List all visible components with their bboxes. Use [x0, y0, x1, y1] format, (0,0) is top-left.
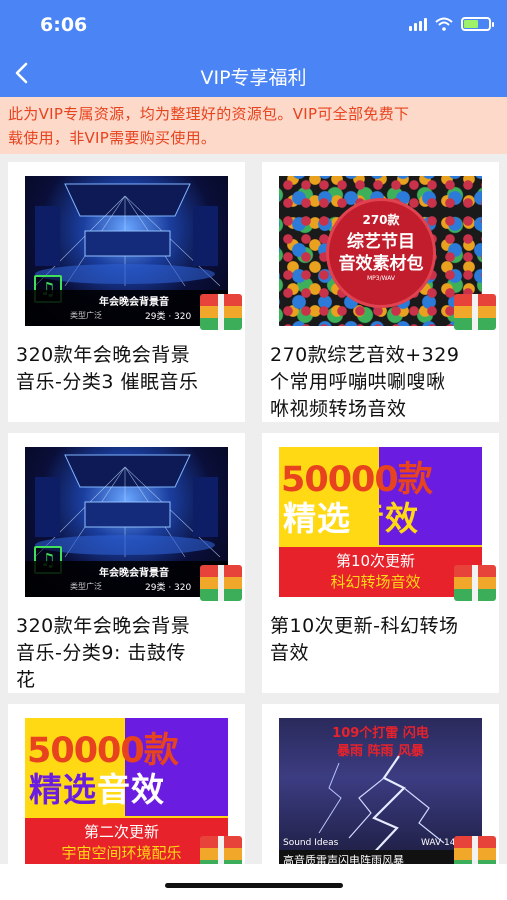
notice-line-1: 此为VIP专属资源，均为整理好的资源包。VIP可全部免费下 — [8, 105, 410, 123]
home-indicator[interactable] — [165, 883, 343, 888]
thumbnail-image: 270款 综艺节目 音效素材包 MP3/WAV — [279, 176, 482, 326]
status-icons — [409, 17, 494, 31]
thumbnail-image: 50000款 精选音效 第10次更新 科幻转场音效 — [279, 447, 482, 597]
card-title: 320款年会晚会背景 音乐-分类9: 击鼓传 花 — [16, 615, 191, 691]
thumbnail-caption: 年会晚会背景音 类型广泛 29类 · 320 — [25, 290, 228, 326]
battery-icon — [461, 17, 494, 31]
signal-icon — [409, 17, 427, 31]
archive-icon — [454, 565, 496, 601]
archive-icon — [200, 294, 242, 330]
card-title: 270款综艺音效+329 个常用呼嘣哄唰嗖啾 咻视频转场音效 — [270, 344, 460, 420]
archive-icon — [200, 565, 242, 601]
archive-icon — [200, 836, 242, 864]
thumbnail-caption: 年会晚会背景音 类型广泛 29类 · 320 — [25, 561, 228, 597]
resource-card[interactable]: ♫ 年会晚会背景音 类型广泛 29类 · 320 320款年会晚会背景 音乐-分… — [8, 162, 245, 422]
resource-card[interactable]: 50000款 精选音效 第二次更新 宇宙空间环境配乐 — [8, 704, 245, 864]
card-title: 320款年会晚会背景 音乐-分类3 催眠音乐 — [16, 344, 199, 393]
resource-card[interactable]: ♫ 年会晚会背景音 类型广泛 29类 · 320 320款年会晚会背景 音乐-分… — [8, 433, 245, 693]
vip-notice: 此为VIP专属资源，均为整理好的资源包。VIP可全部免费下 载使用，非VIP需要… — [0, 97, 507, 154]
archive-icon — [454, 294, 496, 330]
wifi-icon — [435, 17, 453, 31]
thumbnail-image: ♫ 年会晚会背景音 类型广泛 29类 · 320 — [25, 176, 228, 326]
thumbnail-badge: 270款 综艺节目 音效素材包 MP3/WAV — [329, 201, 433, 305]
thumbnail-image: ♫ 年会晚会背景音 类型广泛 29类 · 320 — [25, 447, 228, 597]
thumbnail-image: 50000款 精选音效 第二次更新 宇宙空间环境配乐 — [25, 718, 228, 864]
resource-card[interactable]: 270款 综艺节目 音效素材包 MP3/WAV 270款综艺音效+329 个常用… — [262, 162, 499, 422]
home-indicator-area — [0, 864, 507, 900]
resource-card[interactable]: 50000款 精选音效 第10次更新 科幻转场音效 第10次更新-科幻转场 音效 — [262, 433, 499, 693]
thumbnail-image: 109个打雷 闪电 暴雨 阵雨 风暴 Sound Ideas WAV 1411 … — [279, 718, 482, 864]
archive-icon — [454, 836, 496, 864]
page-title: VIP专享福利 — [200, 67, 307, 89]
resource-grid: ♫ 年会晚会背景音 类型广泛 29类 · 320 320款年会晚会背景 音乐-分… — [0, 154, 507, 864]
notice-line-2: 载使用，非VIP需要购买使用。 — [8, 129, 217, 147]
status-time: 6:06 — [40, 14, 88, 36]
resource-card[interactable]: 109个打雷 闪电 暴雨 阵雨 风暴 Sound Ideas WAV 1411 … — [262, 704, 499, 864]
app-header: 6:06 VIP专享福利 — [0, 0, 507, 97]
card-title: 第10次更新-科幻转场 音效 — [270, 615, 459, 664]
